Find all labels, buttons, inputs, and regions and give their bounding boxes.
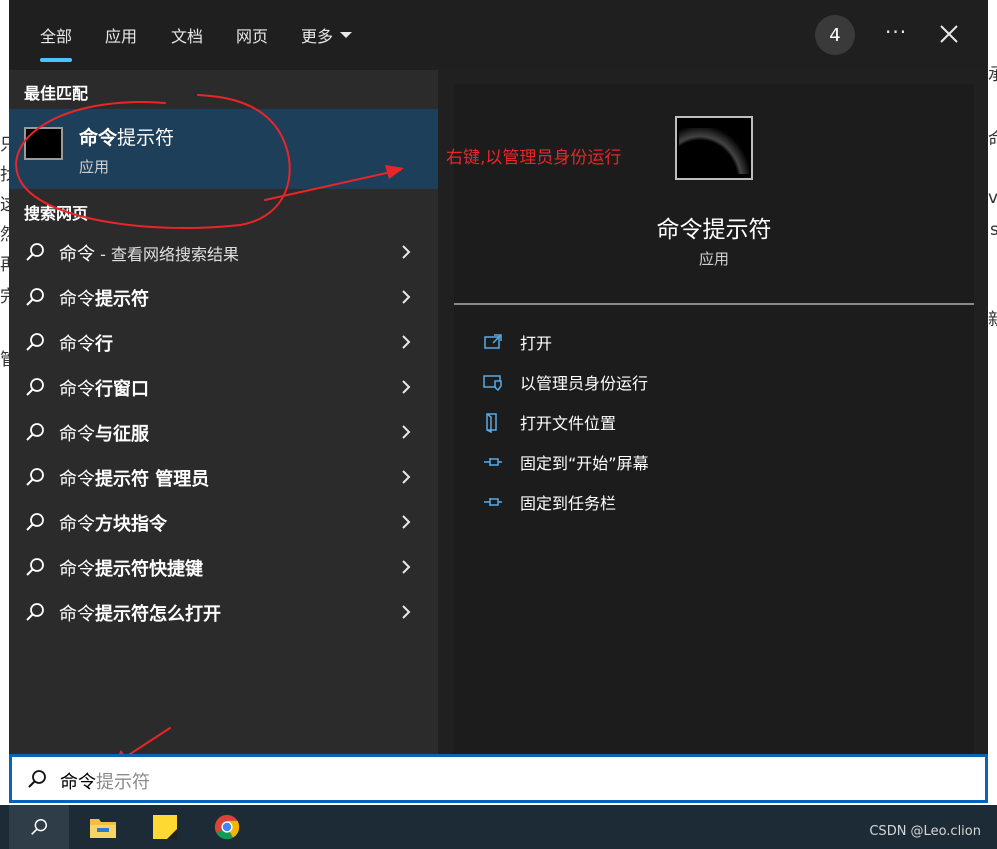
action-label: 固定到任务栏 [520,494,617,513]
action-open-file-location[interactable]: 打开文件位置 [482,407,616,437]
tab-label: 文档 [171,27,204,46]
annotation-text: 右键,以管理员身份运行 [446,148,622,168]
search-box[interactable]: 命令提示符 [9,754,988,803]
tab-label: 网页 [236,27,269,46]
action-pin-to-start[interactable]: 固定到“开始”屏幕 [482,447,649,477]
tab-documents[interactable]: 文档 [171,22,203,48]
results-list: 最佳匹配 命令提示符 应用 搜索网页 命令 - 查看网络搜索结果 命令提示符 命令行… [9,70,438,754]
search-icon [26,378,44,396]
caret-down-icon [340,32,353,38]
tab-all[interactable]: 全部 [40,22,73,62]
background-text: s [990,220,997,240]
search-icon [28,770,46,788]
action-label: 打开文件位置 [520,414,617,433]
action-label: 打开 [520,334,553,353]
detail-title: 命令提示符 [656,217,772,243]
web-search-item-label: 命令行窗口 [59,379,149,400]
watermark: CSDN @Leo.clion [869,824,981,839]
sticky-notes-icon[interactable] [150,813,180,841]
taskbar: CSDN @Leo.clion [0,805,997,849]
best-match-subtitle: 应用 [79,158,110,176]
action-open[interactable]: 打开 [482,327,552,357]
search-icon [26,423,44,441]
taskbar-search-button[interactable] [9,805,69,849]
divider [454,303,974,305]
open-icon [484,334,502,349]
action-pin-to-taskbar[interactable]: 固定到任务栏 [482,487,616,517]
tab-more[interactable]: 更多 [301,22,353,48]
chevron-right-icon[interactable] [399,379,413,395]
pin-icon [484,458,502,466]
close-icon[interactable] [937,22,961,46]
background-text: 承 [988,65,997,85]
web-search-item[interactable]: 命令 - 查看网络搜索结果 [9,230,438,275]
chevron-right-icon[interactable] [399,289,413,305]
search-web-heading: 搜索网页 [24,204,89,223]
search-icon [26,603,44,621]
action-run-as-admin[interactable]: 以管理员身份运行 [482,367,648,397]
chevron-right-icon[interactable] [399,244,413,260]
web-search-item[interactable]: 命令提示符 管理员 [9,455,438,500]
web-search-item-label: 命令行 [59,334,113,355]
web-search-item[interactable]: 命令提示符快捷键 [9,545,438,590]
web-search-item[interactable]: 命令行窗口 [9,365,438,410]
web-search-item-label: 命令方块指令 [59,514,167,535]
search-icon [26,468,44,486]
chevron-right-icon[interactable] [399,424,413,440]
tab-label: 更多 [301,27,334,46]
best-match-heading: 最佳匹配 [24,84,89,103]
action-label: 固定到“开始”屏幕 [520,454,649,473]
command-prompt-icon [24,127,63,160]
web-search-item[interactable]: 命令行 [9,320,438,365]
file-location-icon [486,413,497,433]
tab-web[interactable]: 网页 [236,22,268,48]
background-text: 命 [988,130,997,150]
action-label: 以管理员身份运行 [520,374,649,393]
shield-icon [483,375,502,392]
web-search-item-label: 命令提示符 管理员 [59,469,210,490]
best-match-title: 命令提示符 [79,127,175,149]
filter-tab-bar: 全部 应用 文档 网页 更多 4 ··· [9,0,988,70]
search-icon [26,288,44,306]
web-search-item[interactable]: 命令提示符怎么打开 [9,590,438,635]
web-search-item-label: 命令提示符 [59,289,149,310]
more-options-icon[interactable]: ··· [885,20,907,44]
search-icon [26,513,44,531]
web-search-item[interactable]: 命令与征服 [9,410,438,455]
chevron-right-icon[interactable] [399,334,413,350]
tab-apps[interactable]: 应用 [105,22,137,48]
search-icon [26,558,44,576]
web-search-item-label: 命令 - 查看网络搜索结果 [59,244,239,265]
tab-label: 应用 [105,27,138,46]
search-icon [31,819,47,835]
tab-label: 全部 [40,27,73,46]
detail-panel: 命令提示符 应用 打开 以管理员身份运行 打开文件位置 固定到“开始”屏幕 固定… [454,84,974,754]
background-text: v [988,188,997,208]
search-icon [26,333,44,351]
command-prompt-icon [675,116,753,180]
chrome-icon[interactable] [212,813,242,841]
pin-icon [484,498,502,506]
file-explorer-icon[interactable] [88,813,118,841]
detail-subtitle: 应用 [698,250,729,268]
chevron-right-icon[interactable] [399,514,413,530]
web-search-item-label: 命令提示符怎么打开 [59,604,221,625]
best-match-item[interactable]: 命令提示符 应用 [9,109,438,189]
background-text: 新 [988,310,997,330]
start-search-window: 全部 应用 文档 网页 更多 4 ··· 最佳匹配 命令提示符 应用 搜索网页 … [9,0,988,754]
web-search-item[interactable]: 命令方块指令 [9,500,438,545]
badge-count: 4 [829,24,841,46]
rewards-badge[interactable]: 4 [815,15,855,55]
chevron-right-icon[interactable] [399,469,413,485]
search-input[interactable]: 命令提示符 [60,768,150,794]
web-search-item-label: 命令提示符快捷键 [59,559,203,580]
web-search-item[interactable]: 命令提示符 [9,275,438,320]
web-search-item-label: 命令与征服 [59,424,149,445]
chevron-right-icon[interactable] [399,559,413,575]
search-icon [26,243,44,261]
chevron-right-icon[interactable] [399,604,413,620]
